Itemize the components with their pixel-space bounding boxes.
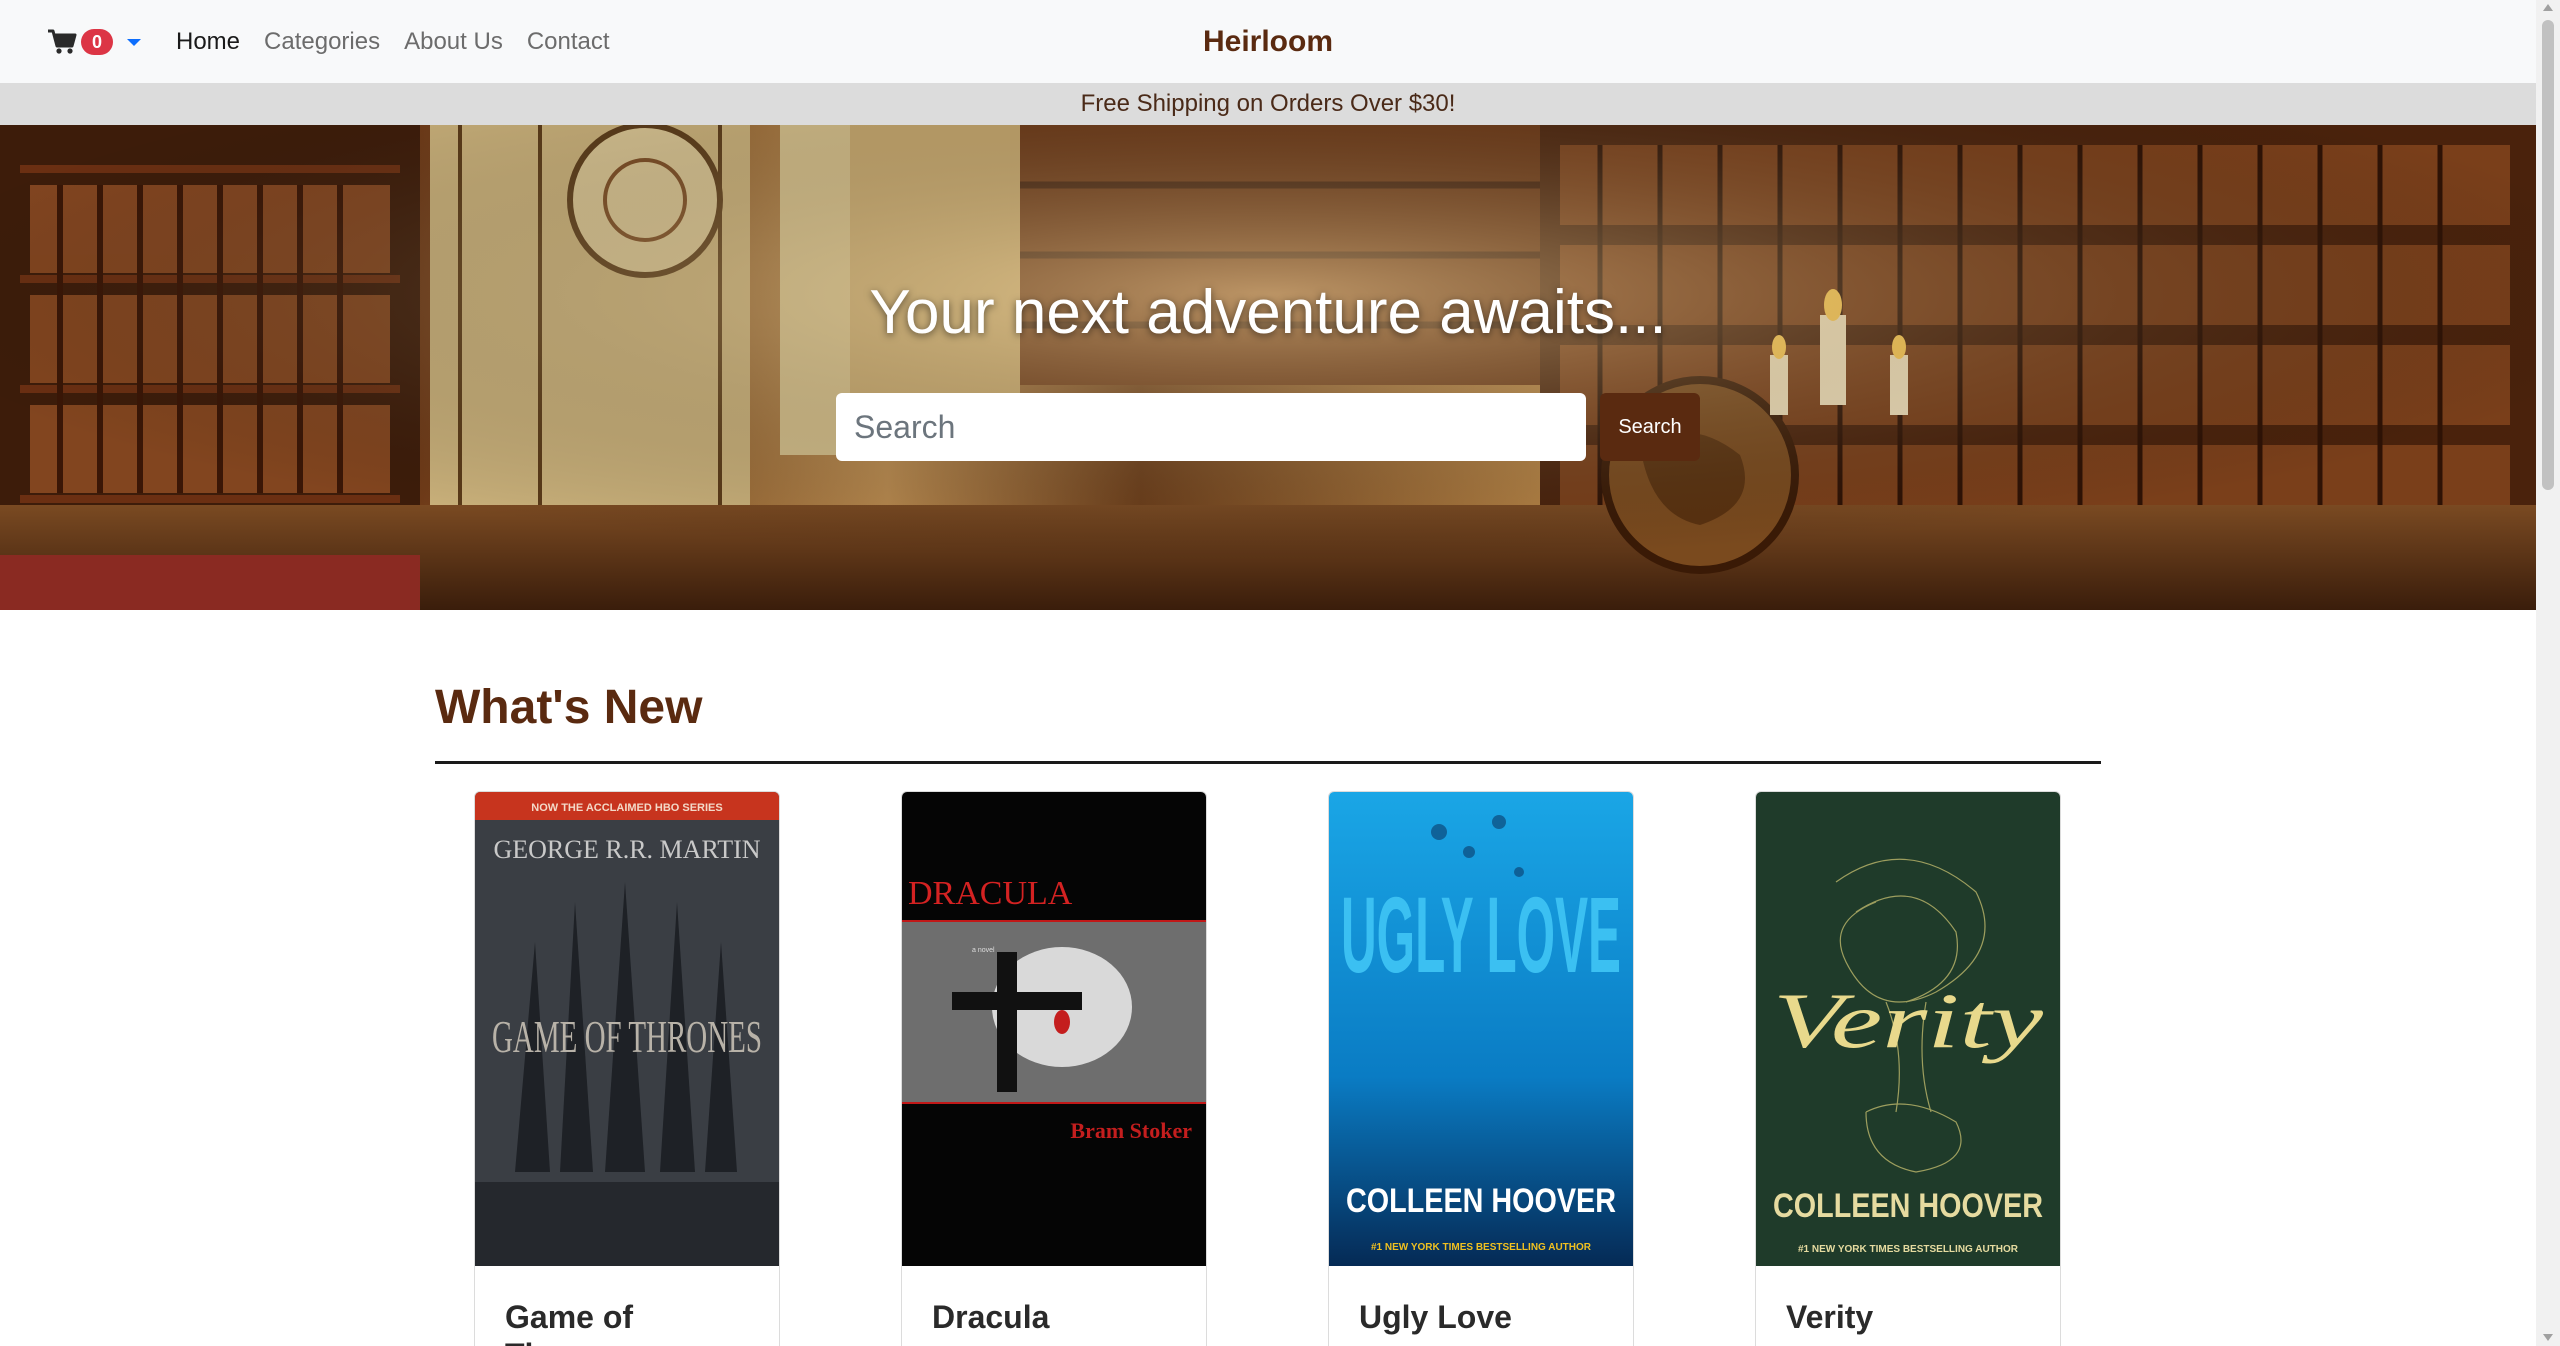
section-title: What's New — [435, 681, 703, 734]
book-cover-image[interactable]: DRACULA Bram Stoker a novel — [902, 792, 1206, 1266]
search-input[interactable] — [836, 393, 1586, 461]
book-cover-image[interactable]: NOW THE ACCLAIMED HBO SERIES GEORGE R.R.… — [475, 792, 779, 1266]
scroll-up-arrow-icon[interactable] — [2543, 4, 2553, 11]
brand-logo-text[interactable]: Heirloom — [1203, 25, 1333, 59]
nav-home[interactable]: Home — [176, 28, 240, 56]
shopping-cart-icon[interactable] — [47, 29, 77, 55]
cover-author-text: GEORGE R.R. MARTIN — [493, 835, 760, 864]
promo-text: Free Shipping on Orders Over $30! — [1080, 90, 1456, 117]
scroll-down-arrow-icon[interactable] — [2543, 1334, 2553, 1341]
book-title[interactable]: Game of Thrones — [505, 1298, 755, 1346]
book-card[interactable]: Verity COLLEEN HOOVER #1 NEW YORK TIMES … — [1755, 791, 2061, 1346]
scroll-thumb[interactable] — [2542, 20, 2554, 490]
book-list: NOW THE ACCLAIMED HBO SERIES GEORGE R.R.… — [474, 791, 2064, 1346]
hero-banner: Your next adventure awaits... Search — [0, 125, 2536, 610]
cover-title-text: GAME OF THRONES — [492, 1011, 762, 1062]
cart-dropdown[interactable]: 0 — [47, 26, 141, 58]
navbar: 0 Home Categories About Us Contact Heirl… — [0, 0, 2536, 83]
cover-tag-text: NOW THE ACCLAIMED HBO SERIES — [531, 802, 723, 814]
cover-tag-text: a novel — [972, 947, 995, 954]
hero-title: Your next adventure awaits... — [869, 278, 1667, 347]
cover-title-text: Verity — [1773, 977, 2044, 1064]
book-title[interactable]: Dracula — [932, 1298, 1182, 1336]
search-button[interactable]: Search — [1600, 393, 1700, 461]
book-card[interactable]: UGLY LOVE COLLEEN HOOVER #1 NEW YORK TIM… — [1328, 791, 1634, 1346]
nav-categories[interactable]: Categories — [264, 28, 380, 56]
section-divider — [435, 761, 2101, 764]
book-title[interactable]: Ugly Love — [1359, 1298, 1609, 1336]
caret-down-icon[interactable] — [127, 38, 141, 46]
cover-title-text: DRACULA — [908, 875, 1073, 912]
book-card[interactable]: DRACULA Bram Stoker a novel Dracula — [901, 791, 1207, 1346]
book-card[interactable]: NOW THE ACCLAIMED HBO SERIES GEORGE R.R.… — [474, 791, 780, 1346]
promo-banner: Free Shipping on Orders Over $30! — [0, 83, 2536, 125]
page-scrollbar[interactable] — [2536, 0, 2560, 1346]
nav-links: Home Categories About Us Contact — [176, 0, 634, 83]
book-cover-image[interactable]: Verity COLLEEN HOOVER #1 NEW YORK TIMES … — [1756, 792, 2060, 1266]
nav-contact[interactable]: Contact — [527, 28, 610, 56]
cover-tag-text: #1 NEW YORK TIMES BESTSELLING AUTHOR — [1371, 1242, 1592, 1253]
cover-author-text: Bram Stoker — [1070, 1118, 1192, 1143]
book-title[interactable]: Verity — [1786, 1298, 2036, 1336]
nav-about-us[interactable]: About Us — [404, 28, 503, 56]
cover-author-text: COLLEEN HOOVER — [1346, 1182, 1616, 1220]
cover-author-text: COLLEEN HOOVER — [1773, 1187, 2043, 1225]
library-background-image — [0, 125, 2536, 610]
cart-count-badge: 0 — [81, 29, 113, 55]
cover-tag-text: #1 NEW YORK TIMES BESTSELLING AUTHOR — [1798, 1244, 2019, 1255]
book-cover-image[interactable]: UGLY LOVE COLLEEN HOOVER #1 NEW YORK TIM… — [1329, 792, 1633, 1266]
cover-title-text: UGLY LOVE — [1341, 874, 1621, 995]
